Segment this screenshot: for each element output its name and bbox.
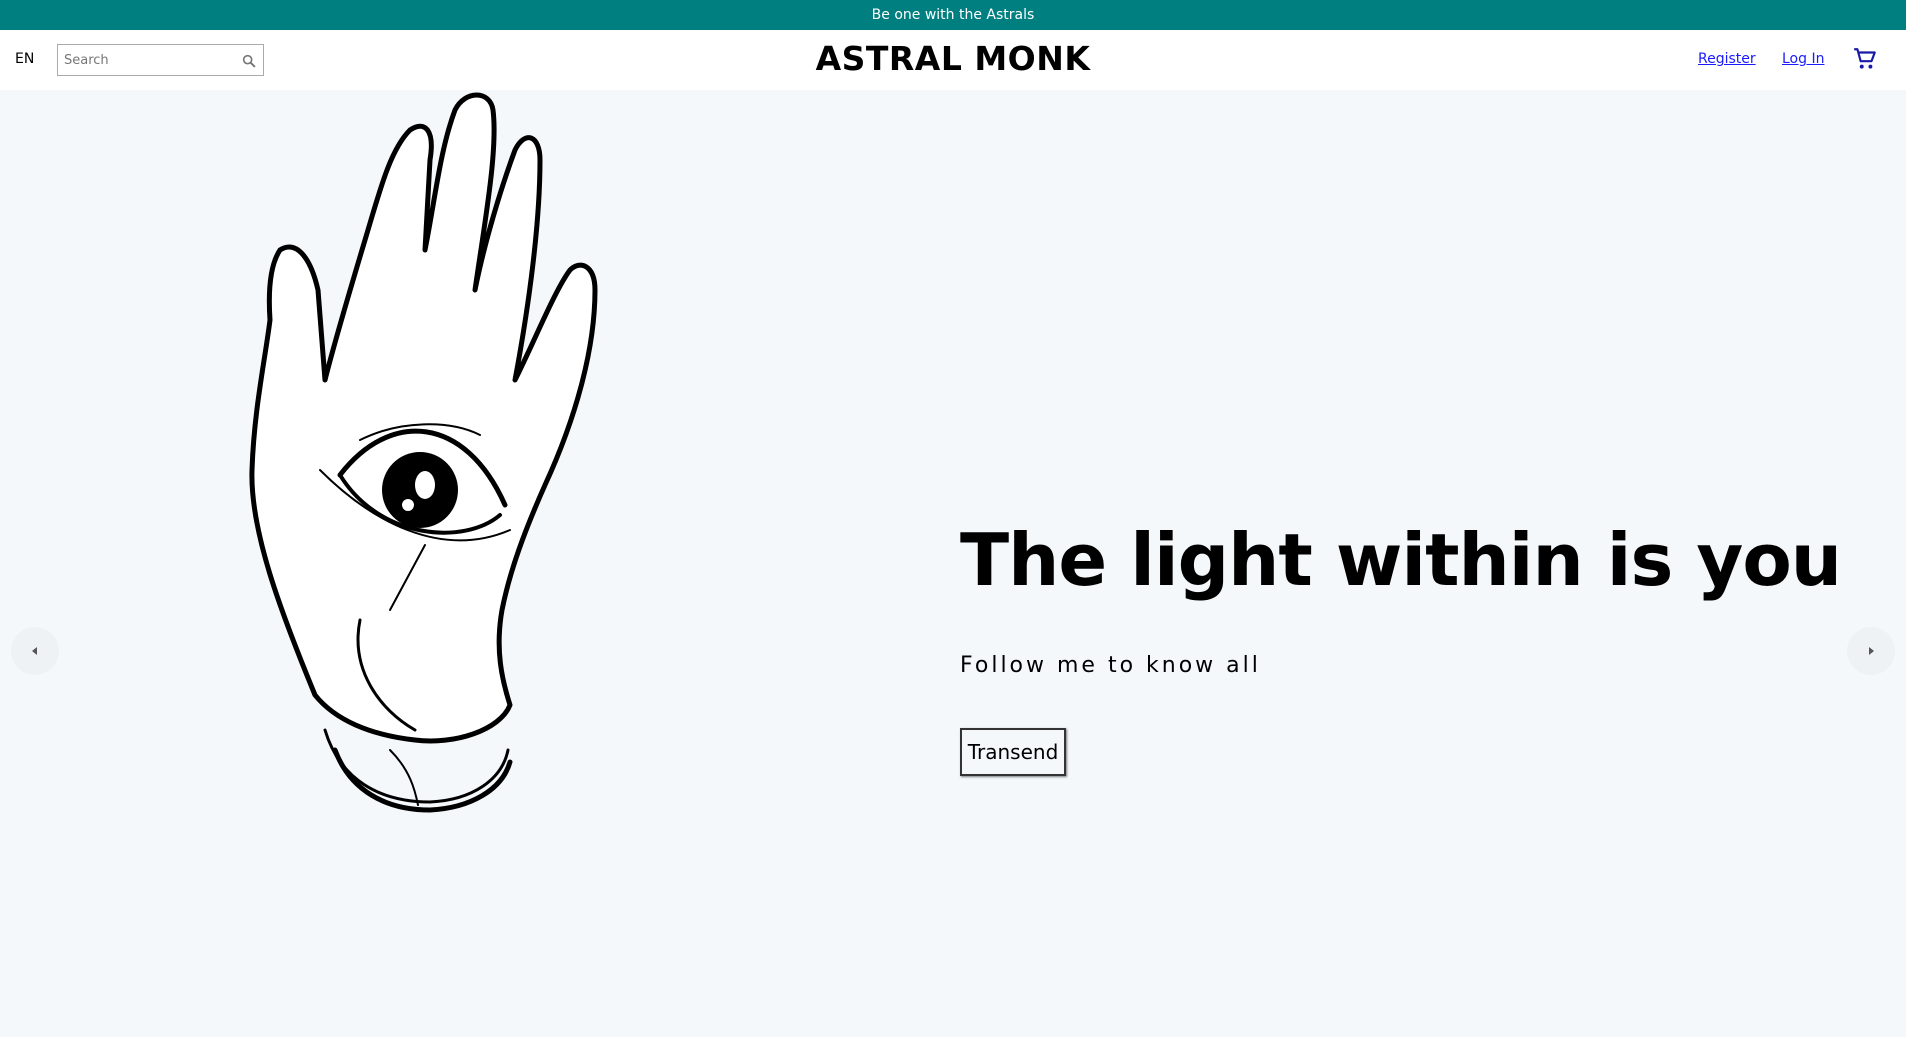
cart-icon[interactable] [1852,46,1878,72]
chevron-right-icon [1869,647,1874,655]
hero-headline: The light within is you [960,518,1842,602]
search-box [57,44,264,76]
search-icon[interactable] [241,53,257,69]
hand-eye-illustration [249,92,598,813]
site-header: EN ASTRAL MONK Register Log In [0,30,1906,90]
hero-subline: Follow me to know all [960,653,1261,678]
register-link[interactable]: Register [1698,51,1756,67]
brand-logo[interactable]: ASTRAL MONK [816,39,1091,78]
announcement-bar: Be one with the Astrals [0,0,1906,30]
slider-next-button[interactable] [1847,627,1895,675]
announcement-text: Be one with the Astrals [871,7,1035,23]
search-input[interactable] [58,45,233,75]
login-link[interactable]: Log In [1782,51,1824,67]
chevron-left-icon [32,647,37,655]
hero-banner: The light within is you Follow me to kno… [0,90,1906,1037]
slider-prev-button[interactable] [11,627,59,675]
transend-button[interactable]: Transend [960,728,1066,776]
brand-logo-wrap: ASTRAL MONK [0,39,1906,78]
language-selector[interactable]: EN [15,51,34,67]
